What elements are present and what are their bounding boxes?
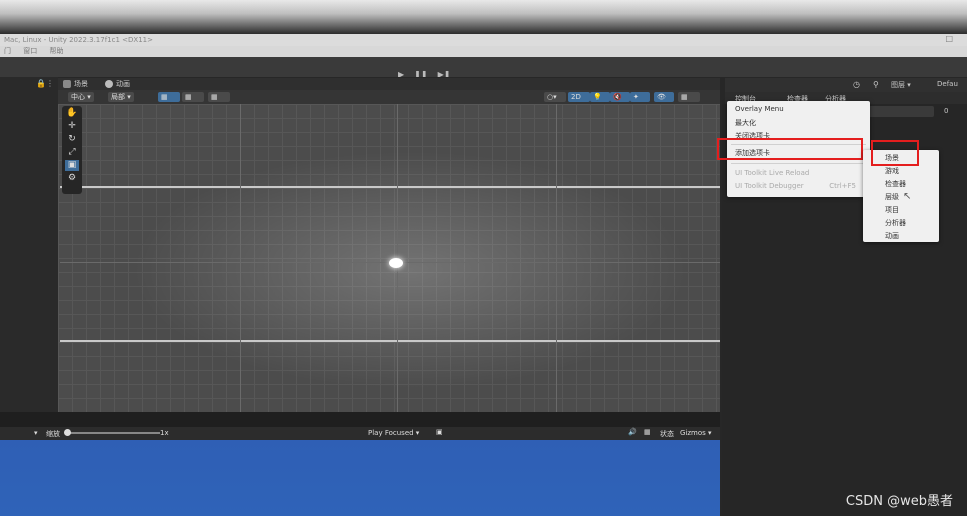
animation-icon xyxy=(105,80,113,88)
menu-item-live-reload[interactable]: UI Toolkit Live Reload xyxy=(735,169,809,177)
grid-visibility-button[interactable]: ▦ xyxy=(208,92,230,102)
close-icon[interactable]: □ xyxy=(945,34,953,43)
watermark: CSDN @web愚者 xyxy=(845,494,953,509)
menu-item-help[interactable]: 帮助 xyxy=(49,47,63,55)
search-icon[interactable]: ⚲ xyxy=(873,80,879,89)
submenu-item-profiler[interactable]: 分析器 xyxy=(885,218,906,228)
scale-slider-knob[interactable] xyxy=(64,429,71,436)
menu-item-maximize[interactable]: 最大化 xyxy=(735,118,756,128)
tab-scene[interactable]: 场景 xyxy=(60,78,92,90)
audio-icon[interactable]: 🔊 xyxy=(628,428,637,436)
stats-icon[interactable]: ▦ xyxy=(644,428,651,436)
tab-animation-label: 动画 xyxy=(116,80,130,88)
search-input[interactable] xyxy=(868,106,934,117)
lock-icon[interactable]: 🔒 xyxy=(36,79,46,88)
scene-toolbar: 中心 ▾ 局部 ▾ ▦ ▦ ▦ ○▾ 2D 💡 🔇 ✦ 👁 ▦ xyxy=(58,90,720,104)
tab-animation[interactable]: 动画 xyxy=(102,78,134,90)
hidden-objects-toggle[interactable]: 👁 xyxy=(654,92,674,102)
hand-tool[interactable]: ✋ xyxy=(65,108,79,119)
tab-scene-label: 场景 xyxy=(74,80,88,88)
mute-icon[interactable]: ▣ xyxy=(436,428,443,436)
camera-gizmo[interactable] xyxy=(389,258,403,268)
move-tool[interactable]: ✛ xyxy=(65,121,79,132)
main-toolbar xyxy=(0,57,967,77)
audio-toggle[interactable]: 🔇 xyxy=(610,92,630,102)
monitor-bezel xyxy=(0,0,967,34)
menu-bar: 门 窗口 帮助 xyxy=(0,46,967,57)
draw-mode-dropdown[interactable]: ○▾ xyxy=(544,92,566,102)
scale-tool[interactable]: ⤢ xyxy=(65,147,79,158)
window-title: Mac, Linux - Unity 2022.3.17f1c1 <DX11> xyxy=(0,34,967,46)
submenu-item-inspector[interactable]: 检查器 xyxy=(885,179,906,189)
tool-palette: ✋ ✛ ↻ ⤢ ▣ ⚙ xyxy=(62,106,82,194)
stats-button[interactable]: 状态 xyxy=(660,429,674,439)
layout-dropdown[interactable]: Defau xyxy=(937,80,958,88)
highlight-box-scene xyxy=(871,140,919,166)
highlight-box-add-tab xyxy=(717,138,863,160)
submenu-item-animation[interactable]: 动画 xyxy=(885,231,899,241)
grid-major-line xyxy=(556,104,557,412)
gizmos-dropdown[interactable]: Gizmos ▾ xyxy=(680,429,712,437)
submenu-item-game[interactable]: 游戏 xyxy=(885,166,899,176)
layers-label: 图层 xyxy=(891,81,905,89)
panel-divider xyxy=(0,412,720,427)
space-dropdown[interactable]: 局部 ▾ xyxy=(108,92,134,102)
scene-tabbar: 场景 动画 xyxy=(58,78,720,90)
mode-2d-toggle[interactable]: 2D xyxy=(568,92,590,102)
rect-tool[interactable]: ▣ xyxy=(65,160,79,171)
pivot-label: 中心 xyxy=(71,93,85,101)
history-icon[interactable]: ◷ xyxy=(853,80,860,89)
menu-shortcut: Ctrl+F5 xyxy=(829,182,856,190)
info-count: 0 xyxy=(944,107,949,115)
submenu-item-hierarchy[interactable]: 层级 xyxy=(885,192,899,202)
space-label: 局部 xyxy=(111,93,125,101)
pivot-dropdown[interactable]: 中心 ▾ xyxy=(68,92,94,102)
scale-slider-track[interactable] xyxy=(65,432,160,434)
mouse-cursor-icon: ↖ xyxy=(903,191,912,202)
menu-item-edit[interactable]: 门 xyxy=(4,47,11,55)
left-panel: 🔒 ⋮ xyxy=(0,77,58,412)
chevron-down-icon[interactable]: ▾ xyxy=(34,429,38,437)
grid-axis-line xyxy=(60,340,720,342)
grid-snap-button[interactable]: ▦ xyxy=(158,92,180,102)
play-focused-label: Play Focused xyxy=(368,429,414,437)
transform-tool[interactable]: ⚙ xyxy=(65,173,79,184)
menu-dots-icon[interactable]: ⋮ xyxy=(46,79,54,88)
gizmos-label: Gizmos xyxy=(680,429,706,437)
layers-dropdown[interactable]: 图层 ▾ xyxy=(891,80,911,90)
grid-major-line xyxy=(240,104,241,412)
grid-axis-line xyxy=(60,186,720,188)
right-header: ◷ ⚲ 图层 ▾ Defau xyxy=(725,78,967,92)
lighting-toggle[interactable]: 💡 xyxy=(590,92,610,102)
menu-item-ui-debugger[interactable]: UI Toolkit Debugger xyxy=(735,182,804,190)
game-view[interactable] xyxy=(0,440,720,516)
menu-item-overlay[interactable]: Overlay Menu xyxy=(735,105,784,113)
effects-toggle[interactable]: ✦ xyxy=(630,92,650,102)
play-focused-dropdown[interactable]: Play Focused ▾ xyxy=(368,429,419,437)
scale-label: 缩放 xyxy=(46,430,60,438)
grid-icon xyxy=(63,80,71,88)
rotate-tool[interactable]: ↻ xyxy=(65,134,79,145)
menu-item-window[interactable]: 窗口 xyxy=(23,47,37,55)
camera-settings-button[interactable]: ▦ xyxy=(678,92,700,102)
submenu-item-project[interactable]: 项目 xyxy=(885,205,899,215)
snap-increment-button[interactable]: ▦ xyxy=(182,92,204,102)
scale-value: 1x xyxy=(160,429,169,437)
menu-separator xyxy=(731,163,866,164)
